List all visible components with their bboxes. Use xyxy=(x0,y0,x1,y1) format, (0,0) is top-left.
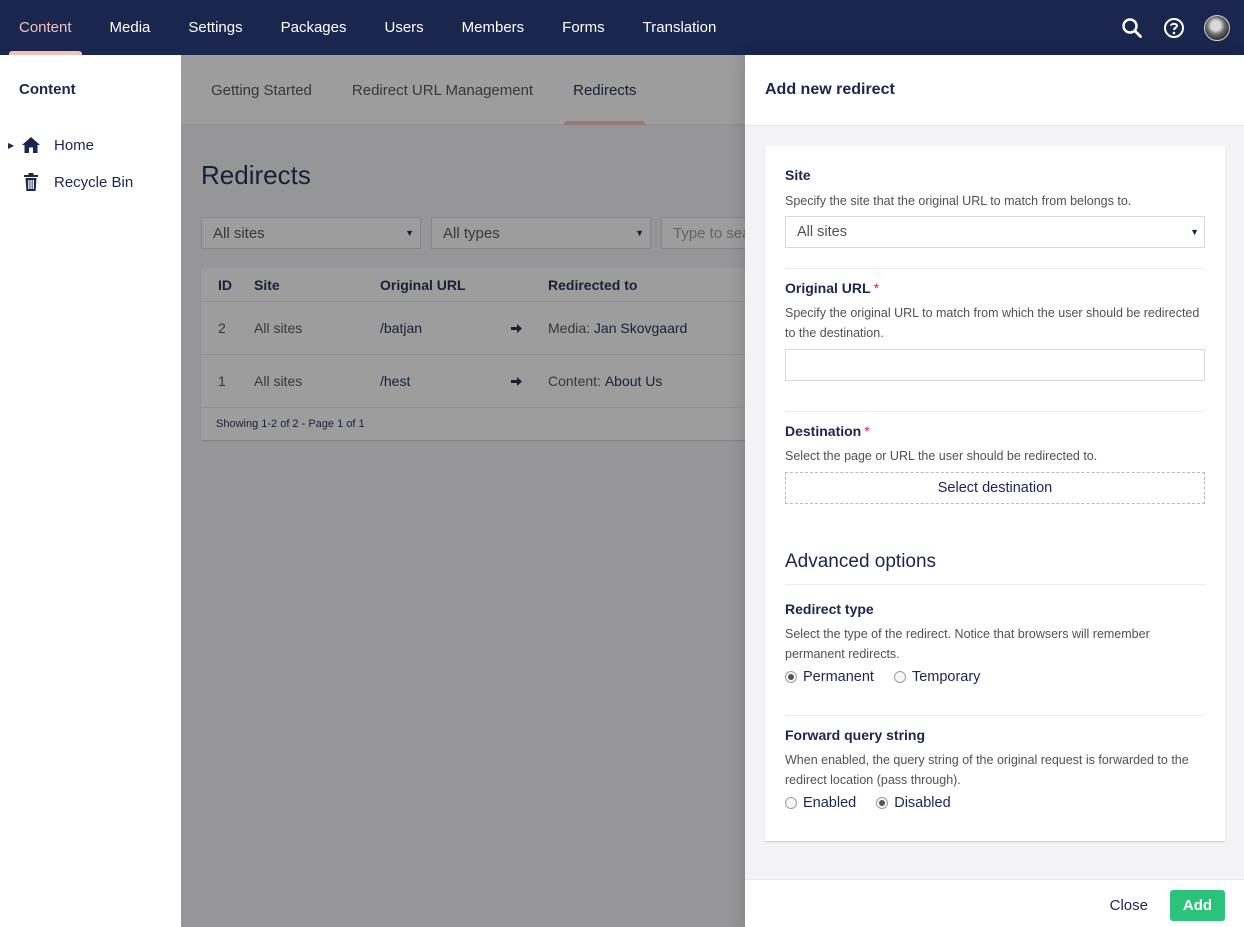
radio-checked-icon[interactable] xyxy=(876,797,889,809)
forward-query-options: Enabled Disabled xyxy=(785,795,971,811)
top-icons xyxy=(1120,0,1230,55)
original-url-input[interactable] xyxy=(785,349,1205,381)
site-description: Specify the site that the original URL t… xyxy=(785,194,1132,208)
radio-label: Disabled xyxy=(894,795,951,811)
user-avatar[interactable] xyxy=(1204,14,1230,41)
dropdown-arrow-icon: ▼ xyxy=(1190,227,1199,237)
radio-checked-icon[interactable] xyxy=(785,671,797,683)
radio-unchecked-icon[interactable] xyxy=(893,671,906,683)
tree-item-label: Recycle Bin xyxy=(54,173,134,191)
radio-enabled[interactable]: Enabled xyxy=(785,795,856,811)
close-button[interactable]: Close xyxy=(1110,890,1148,920)
redirect-type-label: Redirect type xyxy=(785,601,874,617)
add-button[interactable]: Add xyxy=(1170,890,1225,921)
original-url-description: Specify the original URL to match from w… xyxy=(785,306,1200,340)
site-label: Site xyxy=(785,167,811,183)
forward-query-label: Forward query string xyxy=(785,727,926,743)
radio-label: Temporary xyxy=(911,669,981,685)
radio-label: Permanent xyxy=(803,669,874,685)
advanced-options-heading: Advanced options xyxy=(785,551,937,572)
nav-translation[interactable]: Translation xyxy=(624,0,736,55)
radio-permanent[interactable]: Permanent xyxy=(785,669,874,685)
destination-description: Select the page or URL the user should b… xyxy=(785,449,1098,463)
home-icon xyxy=(20,134,42,156)
divider xyxy=(785,715,1205,716)
tree-title: Content xyxy=(19,81,76,98)
nav-forms[interactable]: Forms xyxy=(543,0,624,55)
destination-label-text: Destination xyxy=(785,423,862,439)
trash-icon xyxy=(20,171,42,193)
divider xyxy=(785,268,1205,269)
redirect-type-options: Permanent Temporary xyxy=(785,669,1000,685)
top-navigation: Content Media Settings Packages Users Me… xyxy=(0,0,1244,55)
destination-label: Destination * xyxy=(785,423,870,439)
nav-packages[interactable]: Packages xyxy=(262,0,366,55)
redirect-form: Site Specify the site that the original … xyxy=(765,146,1225,841)
section-nav: Content Media Settings Packages Users Me… xyxy=(0,0,735,55)
nav-settings[interactable]: Settings xyxy=(169,0,261,55)
select-destination-button[interactable]: Select destination xyxy=(785,472,1205,504)
divider xyxy=(785,411,1205,412)
nav-media[interactable]: Media xyxy=(91,0,170,55)
original-url-label-text: Original URL xyxy=(785,280,871,296)
tree-item-recycle-bin[interactable]: Recycle Bin xyxy=(0,170,133,194)
nav-members[interactable]: Members xyxy=(443,0,544,55)
redirect-type-description: Select the type of the redirect. Notice … xyxy=(785,627,1150,661)
site-select[interactable]: All sites ▼ xyxy=(785,216,1205,248)
panel-title: Add new redirect xyxy=(745,55,1244,126)
required-marker: * xyxy=(873,280,880,296)
search-icon[interactable] xyxy=(1120,16,1144,40)
nav-users[interactable]: Users xyxy=(365,0,442,55)
forward-query-description: When enabled, the query string of the or… xyxy=(785,753,1189,787)
help-icon[interactable] xyxy=(1162,16,1186,40)
divider xyxy=(785,584,1205,585)
add-redirect-panel: Add new redirect Site Specify the site t… xyxy=(745,55,1244,927)
radio-disabled[interactable]: Disabled xyxy=(876,795,951,811)
required-marker: * xyxy=(864,423,870,439)
tree-item-label: Home xyxy=(54,136,95,154)
modal-backdrop[interactable] xyxy=(181,55,745,927)
radio-temporary[interactable]: Temporary xyxy=(893,669,981,685)
radio-unchecked-icon[interactable] xyxy=(785,797,797,809)
caret-right-icon[interactable]: ▶ xyxy=(8,141,16,150)
content-tree: Content ▶ Home Recycle Bin xyxy=(0,55,181,927)
tree-item-home[interactable]: ▶ Home xyxy=(0,133,94,157)
original-url-label: Original URL * xyxy=(785,280,879,296)
nav-content[interactable]: Content xyxy=(0,0,91,55)
panel-footer: Close Add xyxy=(745,879,1244,927)
site-select-value: All sites xyxy=(797,224,847,240)
radio-label: Enabled xyxy=(803,795,857,811)
